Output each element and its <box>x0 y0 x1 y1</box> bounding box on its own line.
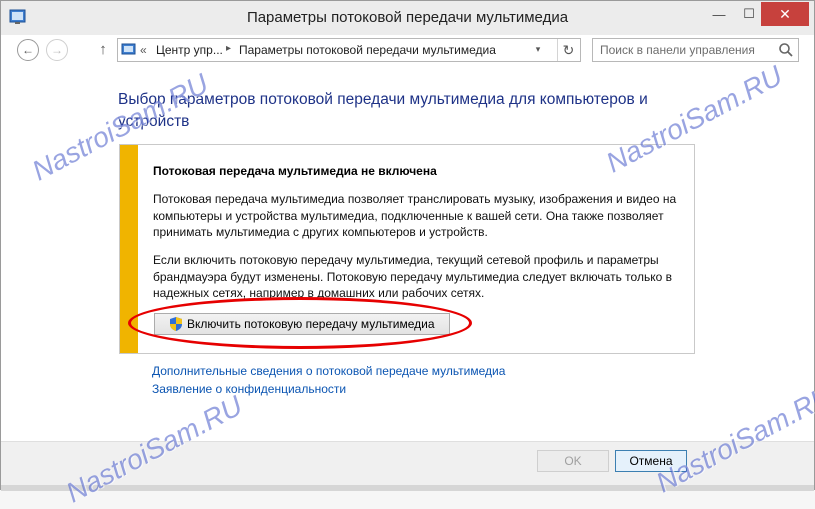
search-placeholder: Поиск в панели управления <box>600 43 755 57</box>
taskbar-strip <box>1 485 814 491</box>
breadcrumb-item-current[interactable]: Параметры потоковой передачи мультимедиа <box>239 43 496 57</box>
forward-button[interactable]: → <box>46 39 68 61</box>
breadcrumb-overflow[interactable]: « <box>140 43 147 57</box>
address-bar[interactable]: « Центр упр... ▸ Параметры потоковой пер… <box>117 38 581 62</box>
warning-accent-bar <box>120 145 138 353</box>
dialog-footer: OK Отмена <box>1 441 814 489</box>
breadcrumb-separator[interactable]: ▸ <box>226 43 231 54</box>
back-button[interactable]: ← <box>17 39 39 61</box>
breadcrumb-item-control-center[interactable]: Центр упр... <box>156 43 223 57</box>
search-icon[interactable] <box>778 42 794 58</box>
title-bar[interactable]: Параметры потоковой передачи мультимедиа… <box>1 1 814 35</box>
close-button[interactable]: ✕ <box>761 2 809 26</box>
maximize-button[interactable]: ☐ <box>734 2 764 26</box>
streaming-disabled-panel: Потоковая передача мультимедиа не включе… <box>119 144 695 354</box>
ok-button[interactable]: OK <box>537 450 609 472</box>
panel-title: Потоковая передача мультимедиа не включе… <box>153 164 437 178</box>
up-button[interactable]: ↑ <box>96 41 110 59</box>
control-panel-icon <box>121 43 136 55</box>
cancel-button[interactable]: Отмена <box>615 450 687 472</box>
more-info-link[interactable]: Дополнительные сведения о потоковой пере… <box>152 364 505 378</box>
navigation-bar: ← → ↑ « Центр упр... ▸ Параметры потоков… <box>1 35 814 65</box>
privacy-statement-link[interactable]: Заявление о конфиденциальности <box>152 382 346 396</box>
address-dropdown-button[interactable]: ▾ <box>529 38 547 60</box>
minimize-button[interactable]: — <box>704 2 734 26</box>
panel-description: Потоковая передача мультимедиа позволяет… <box>153 192 677 239</box>
panel-warning-text: Если включить потоковую передачу мультим… <box>153 253 672 300</box>
page-heading: Выбор параметров потоковой передачи муль… <box>118 91 648 130</box>
enable-media-streaming-button[interactable]: Включить потоковую передачу мультимедиа <box>154 313 450 335</box>
main-content: Выбор параметров потоковой передачи муль… <box>1 65 814 441</box>
uac-shield-icon <box>170 317 182 331</box>
enable-button-label: Включить потоковую передачу мультимедиа <box>187 317 435 331</box>
refresh-button[interactable]: ↻ <box>557 39 579 61</box>
search-input[interactable]: Поиск в панели управления <box>592 38 799 62</box>
window: Параметры потоковой передачи мультимедиа… <box>0 0 815 508</box>
window-title: Параметры потоковой передачи мультимедиа <box>246 9 569 26</box>
